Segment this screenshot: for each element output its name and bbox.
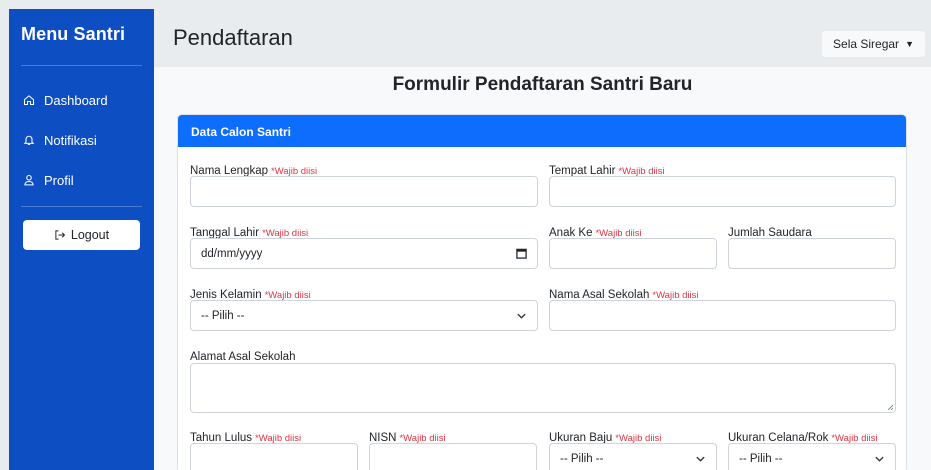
tanggal-lahir-date-input[interactable]: dd/mm/yyyy [190,238,538,269]
user-dropdown[interactable]: Sela Siregar ▼ [822,31,925,57]
date-placeholder: dd/mm/yyyy [201,247,263,260]
sidebar-item-dashboard[interactable]: Dashboard [9,80,154,120]
sidebar-item-notifikasi[interactable]: Notifikasi [9,120,154,160]
home-icon [23,95,35,106]
registration-card: Data Calon Santri Nama Lengkap *Wajib dii… [177,114,907,470]
sidebar-divider [21,206,142,207]
ukuran-baju-select[interactable]: -- Pilih -- [549,443,717,470]
jumlah-saudara-input[interactable] [728,238,896,269]
chevron-down-icon [517,313,526,319]
topbar: Pendaftaran Sela Siregar ▼ [154,9,931,67]
user-icon [24,174,34,186]
nama-lengkap-input[interactable] [190,176,538,207]
nisn-input[interactable] [369,443,537,470]
user-name: Sela Siregar [833,37,900,51]
field-nama-asal-sekolah: Nama Asal Sekolah *Wajib diisi [549,285,896,331]
card-header: Data Calon Santri [178,115,906,147]
sidebar-nav: Dashboard Notifikasi Profil [9,66,154,200]
logout-icon [55,230,66,240]
resize-handle-icon[interactable] [887,404,893,410]
field-nisn: NISN *Wajib diisi [369,428,537,470]
main-content: Formulir Pendaftaran Santri Baru Data Ca… [154,67,931,470]
logout-button[interactable]: Logout [23,220,140,250]
select-value: -- Pilih -- [201,309,245,322]
anak-ke-input[interactable] [549,238,717,269]
app-root: Menu Santri Dashboard Notifikasi Profil … [0,0,931,470]
caret-down-icon: ▼ [905,39,914,49]
sidebar-item-profil[interactable]: Profil [9,160,154,200]
sidebar: Menu Santri Dashboard Notifikasi Profil … [9,9,154,470]
field-alamat-asal-sekolah: Alamat Asal Sekolah [190,347,896,413]
sidebar-item-label: Notifikasi [44,132,97,148]
field-anak-ke: Anak Ke *Wajib diisi [549,223,717,269]
chevron-down-icon [875,456,884,462]
tempat-lahir-input[interactable] [549,176,896,207]
field-tahun-lulus: Tahun Lulus *Wajib diisi [190,428,358,470]
page-title: Pendaftaran [173,25,293,50]
select-value: -- Pilih -- [560,452,604,465]
sidebar-item-label: Profil [44,172,74,188]
logout-label: Logout [70,228,110,242]
tahun-lulus-input[interactable] [190,443,358,470]
field-label: Alamat Asal Sekolah [190,351,296,363]
select-value: -- Pilih -- [739,452,783,465]
field-tanggal-lahir: Tanggal Lahir *Wajib diisi dd/mm/yyyy [190,223,538,269]
sidebar-item-label: Dashboard [44,92,108,108]
field-ukuran-baju: Ukuran Baju *Wajib diisi -- Pilih -- [549,428,717,470]
field-jenis-kelamin: Jenis Kelamin *Wajib diisi -- Pilih -- [190,285,538,331]
field-tempat-lahir: Tempat Lahir *Wajib diisi [549,161,896,207]
nama-asal-sekolah-input[interactable] [549,300,896,331]
alamat-asal-sekolah-textarea[interactable] [190,363,896,413]
sidebar-brand: Menu Santri [21,24,126,44]
bell-icon [23,135,35,146]
chevron-down-icon [696,456,705,462]
calendar-icon[interactable] [516,248,527,259]
field-nama-lengkap: Nama Lengkap *Wajib diisi [190,161,538,207]
field-jumlah-saudara: Jumlah Saudara [728,223,896,269]
field-ukuran-celana: Ukuran Celana/Rok *Wajib diisi -- Pilih -… [728,428,896,470]
jenis-kelamin-select[interactable]: -- Pilih -- [190,300,538,331]
ukuran-celana-select[interactable]: -- Pilih -- [728,443,896,470]
form-title: Formulir Pendaftaran Santri Baru [392,74,693,95]
